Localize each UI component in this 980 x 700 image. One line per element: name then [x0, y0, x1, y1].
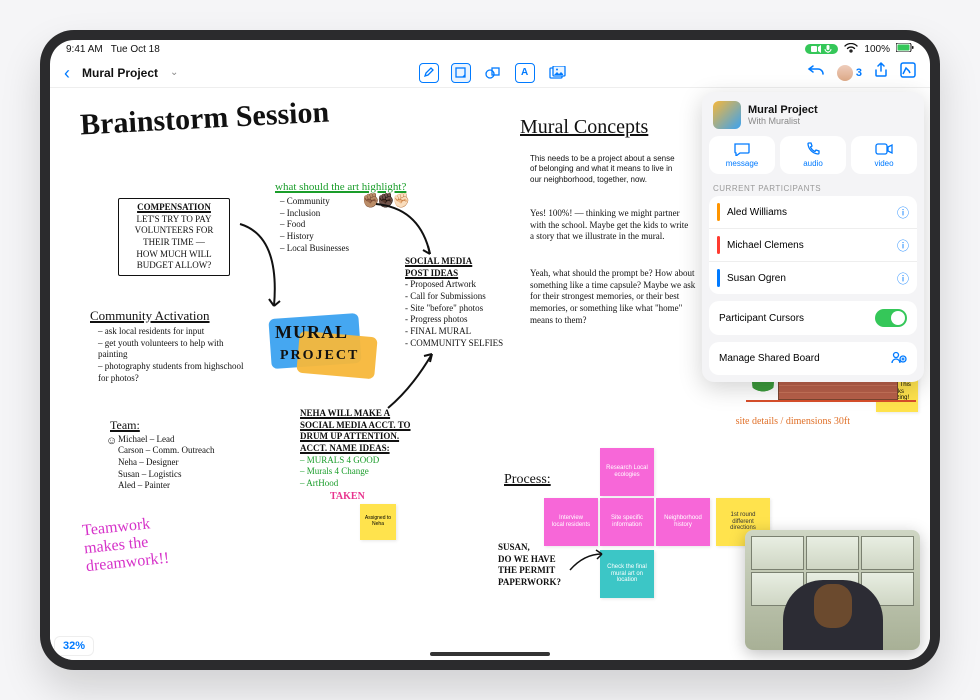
- message-icon: [733, 142, 751, 156]
- title-chevron-icon[interactable]: ⌄: [170, 67, 178, 78]
- share-popover: Mural Project With Muralist message audi…: [702, 92, 924, 382]
- board-icon: [713, 101, 741, 129]
- share-video-button[interactable]: video: [851, 136, 917, 174]
- share-button[interactable]: [874, 62, 888, 83]
- freeform-canvas[interactable]: Brainstorm Session Mural Concepts COMPEN…: [50, 88, 930, 660]
- participants-header: CURRENT PARTICIPANTS: [709, 181, 917, 196]
- tool-sticky-button[interactable]: [451, 63, 471, 83]
- participant-row[interactable]: Michael Clemensⓘ: [709, 229, 917, 262]
- share-message-button[interactable]: message: [709, 136, 775, 174]
- status-bar: 9:41 AM Tue Oct 18 100%: [50, 40, 930, 58]
- activation-body: – ask local residents for input – get yo…: [98, 326, 248, 384]
- heading-concepts: Mural Concepts: [520, 116, 648, 139]
- site-note: site details / dimensions 30ft: [736, 416, 850, 427]
- teamwork-note: Teamwork makes the dreamwork!!: [81, 514, 170, 576]
- share-audio-button[interactable]: audio: [780, 136, 846, 174]
- tool-pen-button[interactable]: [419, 63, 439, 83]
- share-title: Mural Project: [748, 104, 818, 116]
- ipad-frame: 9:41 AM Tue Oct 18 100% ‹ Mural Project …: [40, 30, 940, 670]
- process-heading: Process:: [504, 472, 551, 488]
- tool-text-button[interactable]: A: [515, 63, 535, 83]
- susan-note: SUSAN, DO WE HAVE THE PERMIT PAPERWORK?: [498, 542, 588, 589]
- new-board-button[interactable]: [900, 62, 916, 83]
- sticky-research[interactable]: Research Local ecologies: [600, 448, 654, 496]
- back-button[interactable]: ‹: [64, 64, 70, 82]
- toolbar: ‹ Mural Project ⌄ A 3: [50, 58, 930, 88]
- compensation-body: LET'S TRY TO PAY VOLUNTEERS FOR THEIR TI…: [135, 214, 214, 271]
- tool-shape-button[interactable]: [483, 63, 503, 83]
- concepts-intro-text: This needs to be a project about a sense…: [530, 154, 680, 185]
- battery-pct: 100%: [864, 44, 890, 55]
- participant-row[interactable]: Aled Williamsⓘ: [709, 196, 917, 229]
- participants-list: Aled Williamsⓘ Michael Clemensⓘ Susan Og…: [709, 196, 917, 294]
- tool-media-button[interactable]: [547, 63, 567, 83]
- status-time: 9:41 AM: [66, 44, 103, 55]
- info-icon[interactable]: ⓘ: [897, 204, 909, 221]
- mural-logo-sketch: MURAL PROJECT: [260, 308, 390, 388]
- info-icon[interactable]: ⓘ: [897, 237, 909, 254]
- status-date: Tue Oct 18: [111, 44, 160, 55]
- share-subtitle: With Muralist: [748, 116, 818, 126]
- participant-cursors-row[interactable]: Participant Cursors: [709, 301, 917, 335]
- participant-row[interactable]: Susan Ogrenⓘ: [709, 262, 917, 294]
- facetime-status-pill[interactable]: [805, 44, 838, 54]
- social-block: SOCIAL MEDIA POST IDEAS - Proposed Artwo…: [405, 256, 510, 350]
- video-icon: [875, 142, 893, 156]
- activation-heading: Community Activation: [90, 308, 210, 324]
- manage-icon: [891, 350, 907, 367]
- concepts-question: Yeah, what should the prompt be? How abo…: [530, 268, 700, 326]
- smiley-icon: ☺: [106, 434, 117, 448]
- sticky-interview[interactable]: Interview local residents: [544, 498, 598, 546]
- compensation-title: COMPENSATION: [137, 202, 211, 212]
- compensation-box: COMPENSATION LET'S TRY TO PAY VOLUNTEERS…: [118, 198, 230, 276]
- battery-icon: [896, 43, 914, 55]
- board-title[interactable]: Mural Project: [82, 66, 158, 80]
- sticky-permit[interactable]: Check the final mural art on location: [600, 550, 654, 598]
- fist-emojis: ✊🏽✊🏿✊🏻: [362, 192, 408, 209]
- info-icon[interactable]: ⓘ: [897, 270, 909, 287]
- phone-icon: [804, 142, 822, 156]
- collaborators-button[interactable]: 3: [837, 65, 862, 81]
- facetime-pip[interactable]: [745, 530, 920, 650]
- team-block: Team: Michael – Lead Carson – Comm. Outr…: [110, 418, 280, 492]
- collab-count: 3: [856, 67, 862, 79]
- heading-brainstorm: Brainstorm Session: [79, 96, 330, 143]
- home-indicator[interactable]: [430, 652, 550, 656]
- highlight-list: – Community – Inclusion – Food – History…: [280, 196, 349, 254]
- sticky-assigned[interactable]: Assigned to Neha: [360, 504, 396, 540]
- manage-board-row[interactable]: Manage Shared Board: [709, 342, 917, 375]
- wifi-icon: [844, 43, 858, 56]
- sticky-sitespec[interactable]: Site specific information: [600, 498, 654, 546]
- avatar-icon: [837, 65, 853, 81]
- screen: 9:41 AM Tue Oct 18 100% ‹ Mural Project …: [50, 40, 930, 660]
- zoom-level[interactable]: 32%: [54, 636, 94, 656]
- neha-block: NEHA WILL MAKE A SOCIAL MEDIA ACCT. TO D…: [300, 408, 450, 503]
- undo-button[interactable]: [807, 63, 825, 82]
- sticky-neighb[interactable]: Neighborhood history: [656, 498, 710, 546]
- cursors-toggle[interactable]: [875, 309, 907, 327]
- concepts-response: Yes! 100%! — thinking we might partner w…: [530, 208, 690, 243]
